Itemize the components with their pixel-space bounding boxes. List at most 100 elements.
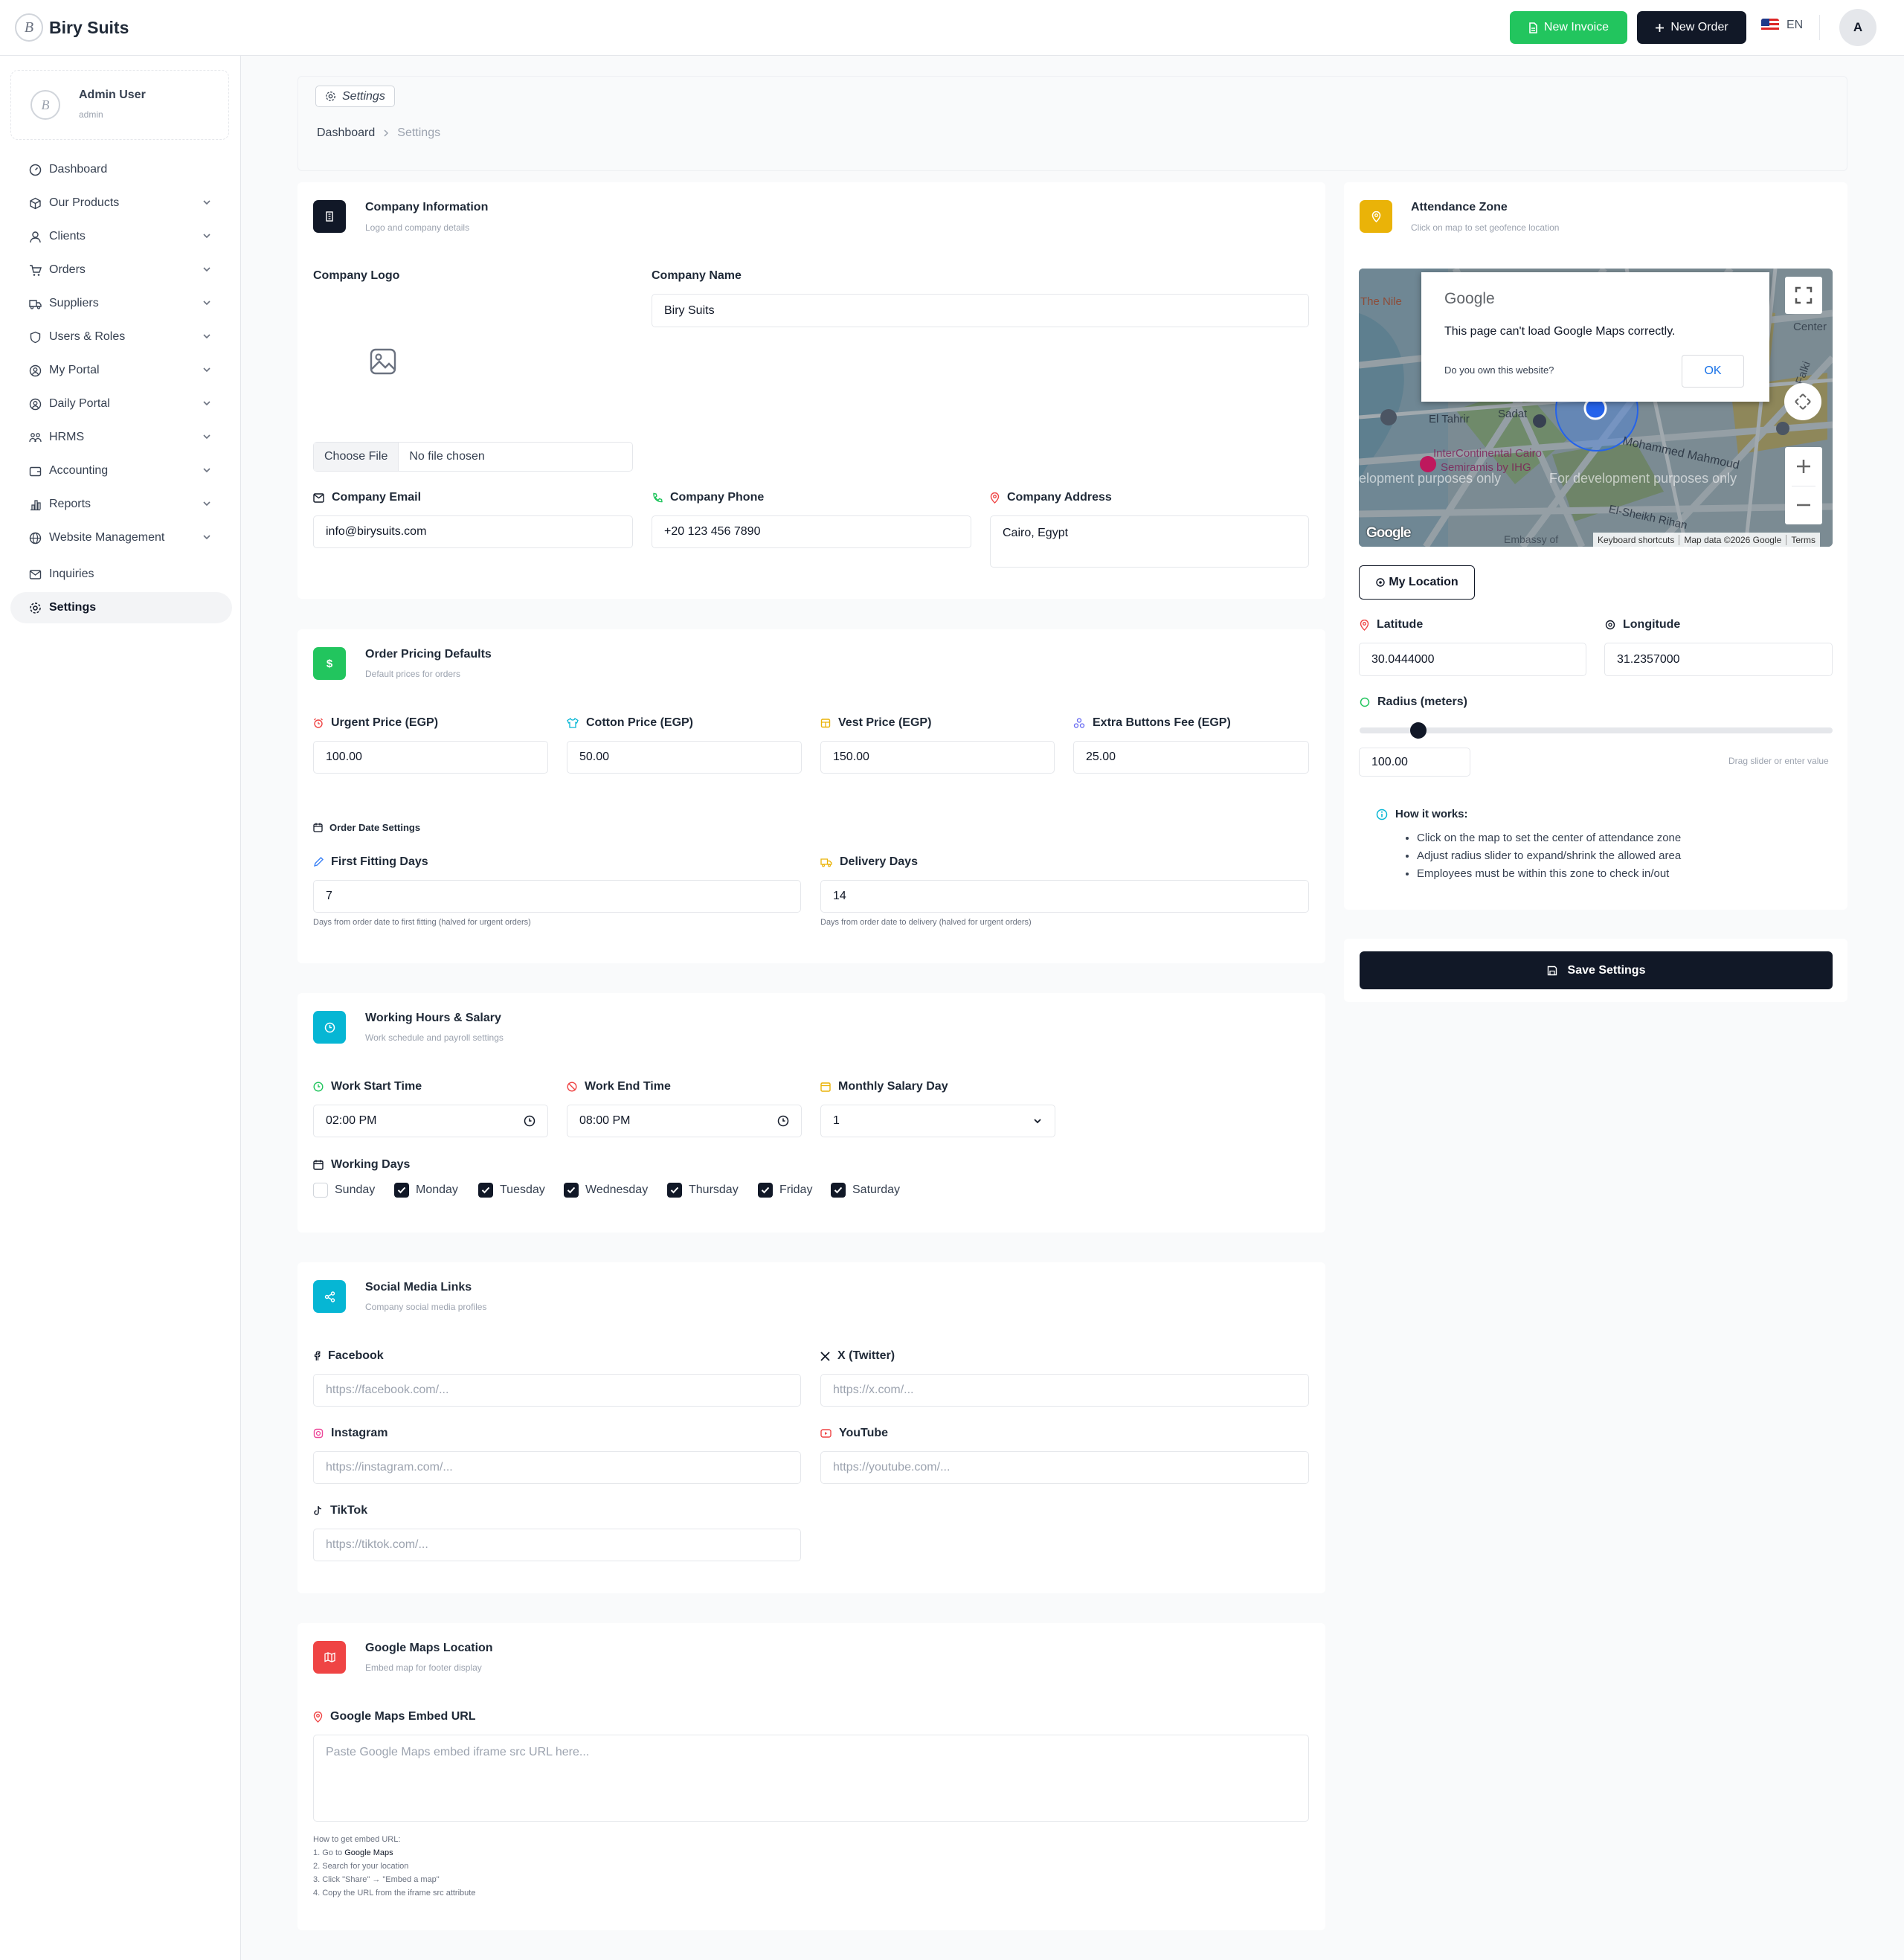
sidebar-item-hrms[interactable]: HRMS [10, 422, 232, 453]
section-subtitle: Company social media profiles [365, 1302, 487, 1312]
bar-chart-icon [28, 498, 42, 511]
my-location-button[interactable]: My Location [1359, 565, 1475, 600]
sidebar-item-reports[interactable]: Reports [10, 489, 232, 520]
breadcrumb-home[interactable]: Dashboard [317, 126, 375, 140]
sidebar-item-daily-portal[interactable]: Daily Portal [10, 388, 232, 420]
work-start-time-input[interactable]: 02:00 PM [313, 1105, 548, 1137]
label-text: Company Phone [670, 491, 765, 504]
sidebar-item-clients[interactable]: Clients [10, 221, 232, 252]
latitude-input[interactable]: 30.0444000 [1359, 643, 1586, 676]
embed-instructions: How to get embed URL: 1. Go to Google Ma… [313, 1833, 475, 1900]
user-avatar[interactable]: A [1839, 9, 1876, 46]
sidebar-item-label: Users & Roles [49, 330, 126, 343]
plus-icon [1656, 23, 1665, 32]
check-icon[interactable] [831, 1183, 846, 1198]
save-settings-button[interactable]: Save Settings [1360, 951, 1833, 989]
dollar-icon: $ [313, 647, 346, 680]
page-title: Settings [342, 89, 385, 103]
embed-url-textarea[interactable]: Paste Google Maps embed iframe src URL h… [313, 1735, 1309, 1822]
logo-file-input[interactable]: Choose File No file chosen [313, 442, 633, 472]
delivery-days-input[interactable]: 14 [820, 880, 1309, 913]
youtube-url-input[interactable]: https://youtube.com/... [820, 1451, 1309, 1484]
facebook-url-input[interactable]: https://facebook.com/... [313, 1374, 801, 1407]
zoom-in-button[interactable] [1785, 447, 1822, 486]
first-fitting-input[interactable]: 7 [313, 880, 801, 913]
company-logo-label: Company Logo [313, 269, 400, 282]
company-email-input[interactable]: info@birysuits.com [313, 515, 633, 548]
cotton-price-input[interactable]: 50.00 [567, 741, 802, 774]
list-item: Adjust radius slider to expand/shrink th… [1417, 847, 1681, 865]
shirt-icon [567, 718, 579, 728]
map-dialog-ok-button[interactable]: OK [1682, 355, 1744, 388]
company-name-label: Company Name [652, 269, 742, 282]
new-order-button[interactable]: New Order [1637, 11, 1746, 44]
google-maps-link[interactable]: Google Maps [344, 1848, 393, 1857]
check-icon[interactable] [394, 1183, 409, 1198]
zoom-out-button[interactable] [1785, 486, 1822, 524]
sidebar-item-website-management[interactable]: Website Management [10, 522, 232, 553]
label-text: Urgent Price (EGP) [331, 716, 439, 729]
sidebar-item-settings[interactable]: Settings [10, 592, 232, 623]
company-name-input[interactable]: Biry Suits [652, 294, 1309, 327]
truck-icon [28, 297, 42, 310]
day-checkbox-monday[interactable]: Monday [394, 1183, 458, 1198]
sidebar-item-orders[interactable]: Orders [10, 254, 232, 286]
day-checkbox-saturday[interactable]: Saturday [831, 1183, 900, 1198]
longitude-input[interactable]: 31.2357000 [1604, 643, 1833, 676]
sidebar-item-label: Our Products [49, 196, 120, 209]
calendar-icon [313, 1160, 324, 1170]
label-text: Work Start Time [331, 1080, 422, 1093]
day-label: Friday [779, 1183, 813, 1196]
monthly-salary-day-select[interactable]: 1 [820, 1105, 1055, 1137]
vest-price-input[interactable]: 150.00 [820, 741, 1055, 774]
sidebar-item-my-portal[interactable]: My Portal [10, 355, 232, 386]
new-invoice-button[interactable]: New Invoice [1510, 11, 1627, 44]
sidebar-item-dashboard[interactable]: Dashboard [10, 154, 232, 185]
users-icon [28, 431, 42, 444]
target-icon [1605, 620, 1615, 630]
choose-file-button[interactable]: Choose File [314, 443, 399, 471]
brand-logo[interactable]: B Biry Suits [15, 13, 129, 42]
radius-slider[interactable] [1360, 722, 1833, 739]
checkbox-unchecked[interactable] [313, 1183, 328, 1198]
work-end-time-input[interactable]: 08:00 PM [567, 1105, 802, 1137]
sidebar-item-inquiries[interactable]: Inquiries [10, 559, 232, 590]
sidebar-item-accounting[interactable]: Accounting [10, 455, 232, 486]
company-address-label: Company Address [990, 491, 1112, 504]
x-icon [820, 1351, 830, 1361]
day-checkbox-friday[interactable]: Friday [758, 1183, 812, 1198]
sidebar-item-suppliers[interactable]: Suppliers [10, 288, 232, 319]
sidebar-item-our-products[interactable]: Our Products [10, 187, 232, 219]
day-checkbox-wednesday[interactable]: Wednesday [564, 1183, 648, 1198]
delivery-days-label: Delivery Days [820, 855, 918, 869]
circle-icon [1360, 697, 1370, 707]
map-pin-icon [313, 1711, 323, 1723]
urgent-price-input[interactable]: 100.00 [313, 741, 548, 774]
us-flag-icon [1761, 19, 1779, 32]
check-icon[interactable] [667, 1183, 682, 1198]
terms-link[interactable]: Terms [1786, 535, 1820, 545]
extra-buttons-input[interactable]: 25.00 [1073, 741, 1309, 774]
check-icon[interactable] [758, 1183, 773, 1198]
keyboard-shortcuts-link[interactable]: Keyboard shortcuts [1593, 534, 1680, 545]
instagram-url-input[interactable]: https://instagram.com/... [313, 1451, 801, 1484]
sidebar-item-users-roles[interactable]: Users & Roles [10, 321, 232, 353]
radius-input[interactable]: 100.00 [1359, 748, 1470, 777]
map-pan-control[interactable] [1784, 383, 1821, 420]
radius-slider-thumb[interactable] [1410, 722, 1427, 739]
day-checkbox-sunday[interactable]: Sunday [313, 1183, 375, 1198]
check-icon[interactable] [478, 1183, 493, 1198]
company-phone-input[interactable]: +20 123 456 7890 [652, 515, 971, 548]
buttons-icon [1073, 718, 1085, 728]
instructions-step-4: 4. Copy the URL from the iframe src attr… [313, 1889, 476, 1898]
tiktok-url-input[interactable]: https://tiktok.com/... [313, 1529, 801, 1561]
day-checkbox-tuesday[interactable]: Tuesday [478, 1183, 545, 1198]
box-icon [28, 196, 42, 210]
company-address-textarea[interactable]: Cairo, Egypt [990, 515, 1309, 568]
x-url-input[interactable]: https://x.com/... [820, 1374, 1309, 1407]
attendance-map[interactable]: The Nile El Tahrir Sadat InterContinenta… [1359, 269, 1833, 547]
language-switcher[interactable]: EN [1761, 19, 1803, 32]
fullscreen-button[interactable] [1785, 277, 1822, 314]
check-icon[interactable] [564, 1183, 579, 1198]
day-checkbox-thursday[interactable]: Thursday [667, 1183, 739, 1198]
